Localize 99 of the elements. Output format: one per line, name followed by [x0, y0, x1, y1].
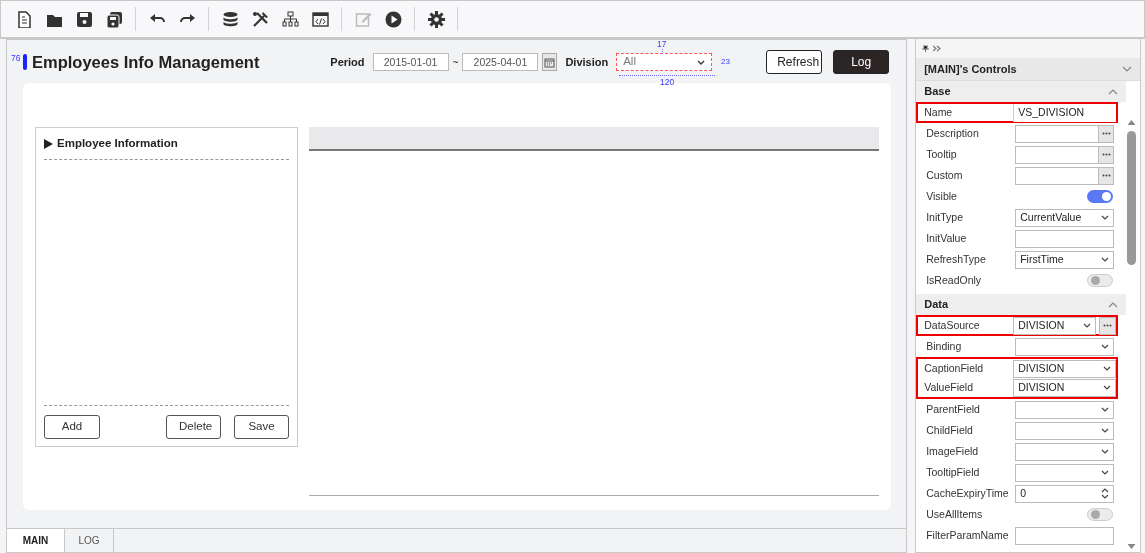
log-button[interactable]: Log	[833, 50, 890, 74]
toggle-switch[interactable]	[1087, 508, 1113, 521]
property-name: RefreshType	[926, 251, 987, 267]
page-title: Employees Info Management	[32, 51, 260, 73]
file-icon[interactable]	[15, 10, 33, 28]
section-heading: Data	[924, 297, 949, 313]
spinner-icon	[1101, 488, 1109, 500]
calendar-button[interactable]	[542, 53, 558, 71]
settings-icon[interactable]	[427, 10, 445, 28]
property-name: DataSource	[924, 317, 981, 333]
property-field[interactable]	[1015, 526, 1114, 545]
hierarchy-icon[interactable]	[281, 10, 299, 28]
caret-icon	[1101, 257, 1109, 263]
save-icon[interactable]	[75, 10, 93, 28]
panel-heading: [MAIN]'s Controls	[924, 61, 1017, 77]
caret-icon	[1101, 449, 1109, 455]
property-dropdown[interactable]	[1015, 442, 1114, 461]
toggle-switch[interactable]	[1087, 274, 1113, 287]
property-name: Description	[926, 125, 980, 141]
code-window-icon[interactable]	[311, 10, 329, 28]
property-dropdown[interactable]: DIVISION	[1013, 378, 1116, 397]
property-name: InitType	[926, 209, 964, 225]
more-icon	[1101, 153, 1111, 156]
caret-icon	[1101, 470, 1109, 476]
date-field[interactable]: 2015-01-01	[372, 53, 449, 71]
more-icon	[1101, 174, 1111, 177]
chevron-up-icon[interactable]	[1108, 88, 1118, 95]
property-name: Tooltip	[926, 146, 958, 162]
property-name: Visible	[926, 188, 958, 204]
caret-icon	[1101, 407, 1109, 413]
property-name: Custom	[926, 167, 964, 183]
pin-icon[interactable]	[922, 45, 930, 52]
caret-icon	[1083, 323, 1091, 329]
property-field[interactable]	[1015, 229, 1114, 248]
property-name: InitValue	[926, 230, 968, 246]
ellipsis-button[interactable]	[1099, 316, 1116, 335]
property-name: ImageField	[926, 443, 980, 459]
caret-icon	[1101, 428, 1109, 434]
guide-label: 23	[721, 58, 730, 66]
property-name: IsReadOnly	[926, 272, 983, 288]
guide-label: 76	[11, 54, 21, 63]
property-dropdown[interactable]: FirstTime	[1015, 250, 1114, 269]
more-icon	[1101, 132, 1111, 135]
play-icon[interactable]	[384, 10, 402, 28]
add-button[interactable]: Add	[44, 415, 100, 439]
field-label: Period	[330, 54, 365, 70]
double-chevron-icon[interactable]	[933, 45, 942, 52]
property-dropdown[interactable]	[1015, 337, 1114, 356]
property-name: UseAllItems	[926, 506, 984, 522]
ellipsis-button[interactable]	[1098, 146, 1113, 163]
caret-icon	[697, 59, 706, 65]
caret-icon	[1103, 366, 1111, 372]
property-dropdown[interactable]	[1015, 421, 1114, 440]
range-separator: ~	[452, 55, 459, 70]
section-heading: Base	[924, 84, 951, 100]
property-field[interactable]: 0	[1015, 484, 1114, 503]
chevron-down-icon[interactable]	[1122, 66, 1132, 72]
save-all-icon[interactable]	[105, 10, 123, 28]
tools-icon[interactable]	[251, 10, 269, 28]
delete-button[interactable]: Delete	[166, 415, 221, 439]
property-name: ValueField	[924, 379, 975, 395]
property-dropdown[interactable]: DIVISION	[1013, 316, 1096, 335]
ellipsis-button[interactable]	[1098, 125, 1113, 142]
toggle-switch[interactable]	[1087, 190, 1113, 203]
refresh-button[interactable]: Refresh	[766, 50, 823, 74]
property-field[interactable]	[1015, 124, 1114, 143]
property-field[interactable]: VS_DIVISION	[1013, 103, 1116, 122]
caret-icon	[1103, 385, 1111, 391]
database-icon[interactable]	[221, 10, 239, 28]
guide-label: 17	[657, 40, 667, 49]
save-button[interactable]: Save	[234, 415, 289, 439]
caret-icon	[1101, 215, 1109, 221]
chevron-up-icon[interactable]	[1108, 301, 1118, 308]
property-name: Binding	[926, 338, 963, 354]
title-marker	[23, 54, 27, 70]
property-dropdown[interactable]	[1015, 463, 1114, 482]
panel-title: Employee Information	[57, 135, 178, 151]
property-dropdown[interactable]: CurrentValue	[1015, 208, 1114, 227]
property-field[interactable]	[1015, 145, 1114, 164]
ellipsis-button[interactable]	[1098, 167, 1113, 184]
field-label: Division	[565, 54, 609, 70]
property-field[interactable]	[1015, 166, 1114, 185]
expand-icon[interactable]	[44, 138, 53, 149]
tab[interactable]: MAIN	[7, 529, 65, 552]
property-name: FilterParamName	[926, 527, 1010, 543]
property-dropdown[interactable]: DIVISION	[1013, 359, 1116, 378]
date-field[interactable]: 2025-04-01	[462, 53, 539, 71]
property-dropdown[interactable]	[1015, 400, 1114, 419]
property-name: ChildField	[926, 422, 974, 438]
filter-dropdown[interactable]: All	[616, 53, 713, 71]
more-icon	[1103, 324, 1112, 327]
property-name: Name	[924, 104, 954, 120]
caret-icon	[1101, 344, 1109, 350]
property-name: TooltipField	[926, 464, 981, 480]
scrollbar[interactable]	[1126, 119, 1137, 552]
property-name: ParentField	[926, 401, 981, 417]
guide-label: 120	[660, 78, 675, 87]
property-name: CaptionField	[924, 360, 985, 376]
property-name: CacheExpiryTime	[926, 485, 1010, 501]
